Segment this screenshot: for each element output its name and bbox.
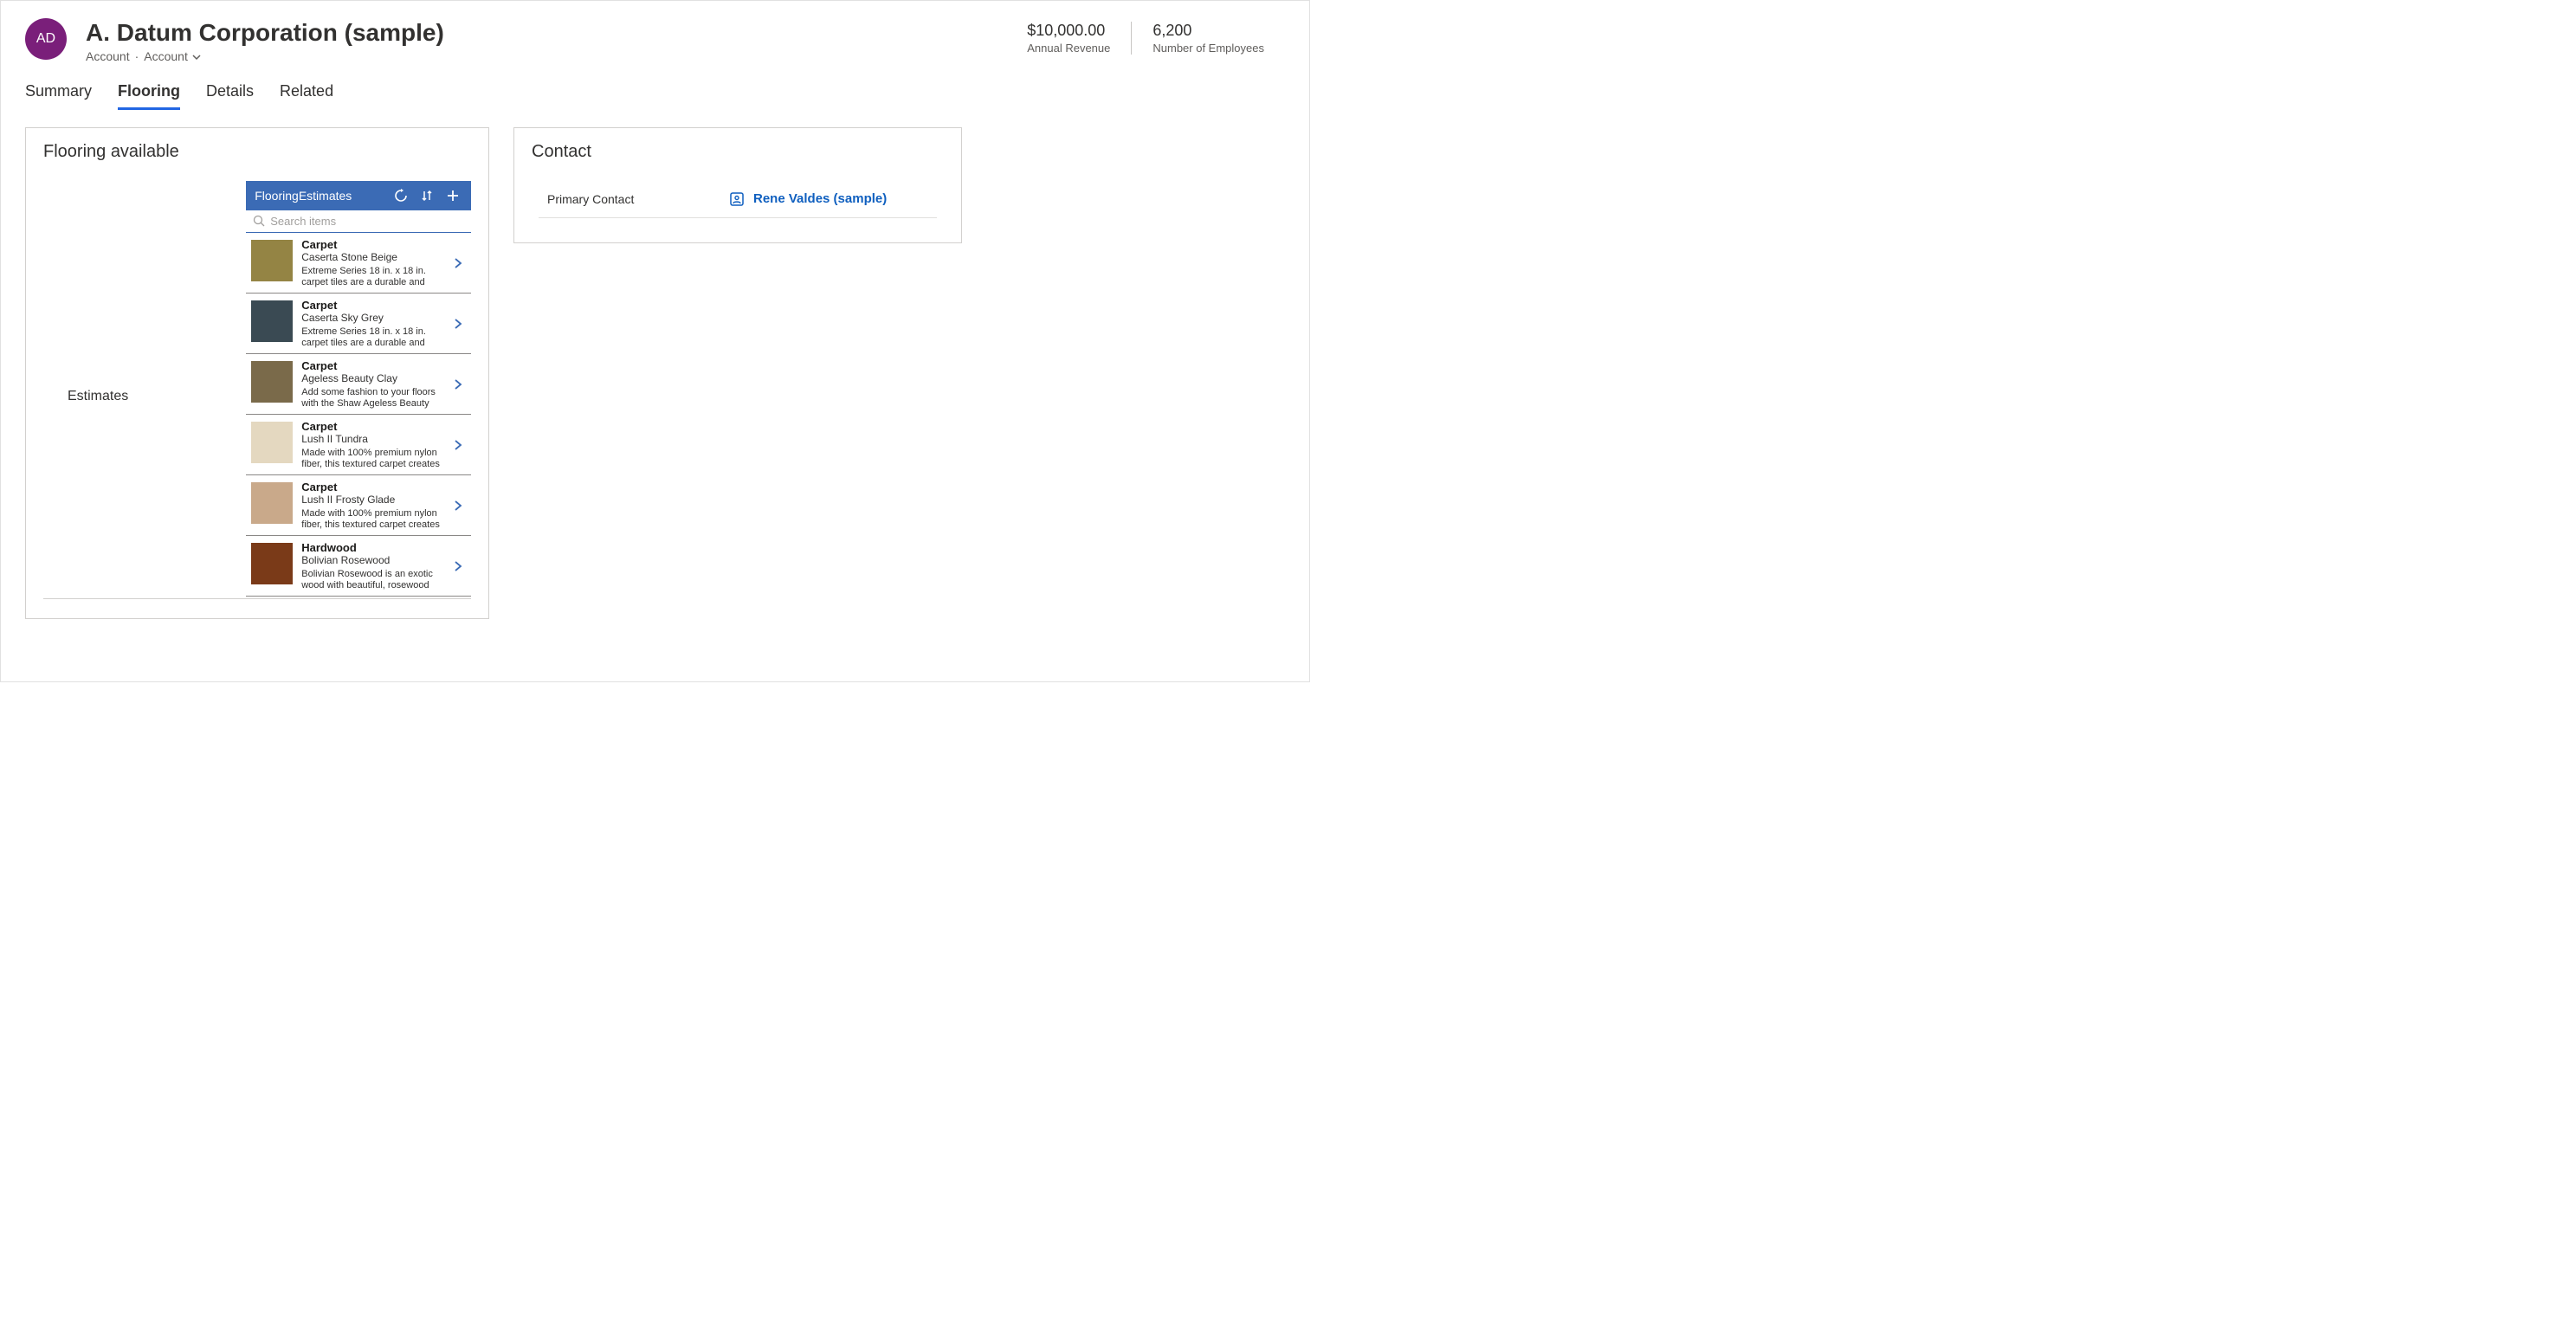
- item-text: CarpetLush II Frosty GladeMade with 100%…: [301, 481, 442, 531]
- chevron-right-icon: [450, 378, 466, 390]
- item-category: Carpet: [301, 420, 442, 434]
- list-item[interactable]: CarpetCaserta Sky GreyExtreme Series 18 …: [246, 294, 471, 354]
- flooring-card: Flooring available Estimates FlooringEst…: [25, 127, 489, 619]
- stat-annual-revenue: $10,000.00 Annual Revenue: [1006, 22, 1131, 55]
- estimates-label: Estimates: [43, 181, 246, 404]
- item-name: Ageless Beauty Clay: [301, 372, 442, 386]
- stat-value: $10,000.00: [1027, 22, 1110, 40]
- item-category: Carpet: [301, 299, 442, 313]
- tab-summary[interactable]: Summary: [25, 82, 92, 110]
- item-desc: Bolivian Rosewood is an exotic wood with…: [301, 569, 442, 591]
- item-name: Lush II Tundra: [301, 433, 442, 447]
- refresh-button[interactable]: [391, 186, 410, 205]
- item-category: Carpet: [301, 238, 442, 252]
- item-name: Bolivian Rosewood: [301, 554, 442, 568]
- item-category: Carpet: [301, 481, 442, 494]
- item-category: Carpet: [301, 359, 442, 373]
- page-header: AD A. Datum Corporation (sample) Account…: [1, 1, 1309, 63]
- list-item[interactable]: CarpetLush II Frosty GladeMade with 100%…: [246, 475, 471, 536]
- sort-icon: [420, 189, 434, 203]
- stat-label: Number of Employees: [1152, 42, 1264, 55]
- chevron-down-icon: [191, 52, 202, 62]
- swatch: [251, 361, 293, 403]
- stat-value: 6,200: [1152, 22, 1264, 40]
- item-text: CarpetAgeless Beauty ClayAdd some fashio…: [301, 359, 442, 410]
- search-input[interactable]: [270, 215, 464, 228]
- item-desc: Add some fashion to your floors with the…: [301, 387, 442, 410]
- list-item[interactable]: CarpetAgeless Beauty ClayAdd some fashio…: [246, 354, 471, 415]
- item-name: Lush II Frosty Glade: [301, 494, 442, 507]
- list-item[interactable]: CarpetCaserta Stone BeigeExtreme Series …: [246, 233, 471, 294]
- page-title: A. Datum Corporation (sample): [86, 18, 1006, 48]
- swatch: [251, 482, 293, 524]
- item-desc: Extreme Series 18 in. x 18 in. carpet ti…: [301, 266, 442, 288]
- entity-label: Account: [86, 49, 130, 63]
- item-text: CarpetCaserta Stone BeigeExtreme Series …: [301, 238, 442, 288]
- contact-icon: [729, 191, 745, 207]
- section-title: Contact: [532, 142, 944, 162]
- tab-flooring[interactable]: Flooring: [118, 82, 180, 110]
- refresh-icon: [394, 189, 408, 203]
- primary-contact-row: Primary Contact Rene Valdes (sample): [539, 181, 937, 218]
- header-stats: $10,000.00 Annual Revenue 6,200 Number o…: [1006, 22, 1285, 55]
- swatch: [251, 300, 293, 342]
- section-title: Flooring available: [43, 142, 471, 162]
- primary-contact-name: Rene Valdes (sample): [753, 191, 887, 206]
- swatch: [251, 543, 293, 584]
- item-desc: Made with 100% premium nylon fiber, this…: [301, 448, 442, 470]
- gallery-header: FlooringEstimates: [246, 181, 471, 210]
- gallery-title: FlooringEstimates: [255, 189, 384, 203]
- primary-contact-label: Primary Contact: [547, 192, 729, 206]
- list-item[interactable]: HardwoodBolivian RosewoodBolivian Rosewo…: [246, 536, 471, 597]
- stat-label: Annual Revenue: [1027, 42, 1110, 55]
- chevron-right-icon: [450, 560, 466, 572]
- divider: [43, 598, 471, 599]
- primary-contact-link[interactable]: Rene Valdes (sample): [729, 191, 887, 207]
- item-text: CarpetCaserta Sky GreyExtreme Series 18 …: [301, 299, 442, 349]
- search-row: [246, 210, 471, 233]
- breadcrumb: Account · Account: [86, 49, 1006, 63]
- item-desc: Extreme Series 18 in. x 18 in. carpet ti…: [301, 326, 442, 349]
- avatar: AD: [25, 18, 67, 60]
- swatch: [251, 422, 293, 463]
- tabs: Summary Flooring Details Related: [1, 63, 1309, 110]
- item-category: Hardwood: [301, 541, 442, 555]
- search-icon: [253, 215, 265, 227]
- title-block: A. Datum Corporation (sample) Account · …: [86, 18, 1006, 63]
- content: Flooring available Estimates FlooringEst…: [1, 110, 1309, 636]
- stat-employees: 6,200 Number of Employees: [1131, 22, 1285, 55]
- swatch: [251, 240, 293, 281]
- chevron-right-icon: [450, 318, 466, 330]
- estimates-gallery: FlooringEstimates CarpetCaserta Stone: [246, 181, 471, 597]
- separator-dot: ·: [135, 49, 139, 63]
- item-name: Caserta Stone Beige: [301, 251, 442, 265]
- chevron-right-icon: [450, 257, 466, 269]
- sort-button[interactable]: [417, 186, 436, 205]
- form-selector[interactable]: Account: [144, 49, 201, 63]
- tab-details[interactable]: Details: [206, 82, 254, 110]
- item-text: HardwoodBolivian RosewoodBolivian Rosewo…: [301, 541, 442, 591]
- estimate-list: CarpetCaserta Stone BeigeExtreme Series …: [246, 233, 471, 597]
- add-button[interactable]: [443, 186, 462, 205]
- item-name: Caserta Sky Grey: [301, 312, 442, 326]
- chevron-right-icon: [450, 500, 466, 512]
- form-label: Account: [144, 49, 188, 63]
- tab-related[interactable]: Related: [280, 82, 333, 110]
- item-desc: Made with 100% premium nylon fiber, this…: [301, 508, 442, 531]
- list-item[interactable]: CarpetLush II TundraMade with 100% premi…: [246, 415, 471, 475]
- contact-card: Contact Primary Contact Rene Valdes (sam…: [513, 127, 962, 243]
- plus-icon: [446, 189, 460, 203]
- item-text: CarpetLush II TundraMade with 100% premi…: [301, 420, 442, 470]
- chevron-right-icon: [450, 439, 466, 451]
